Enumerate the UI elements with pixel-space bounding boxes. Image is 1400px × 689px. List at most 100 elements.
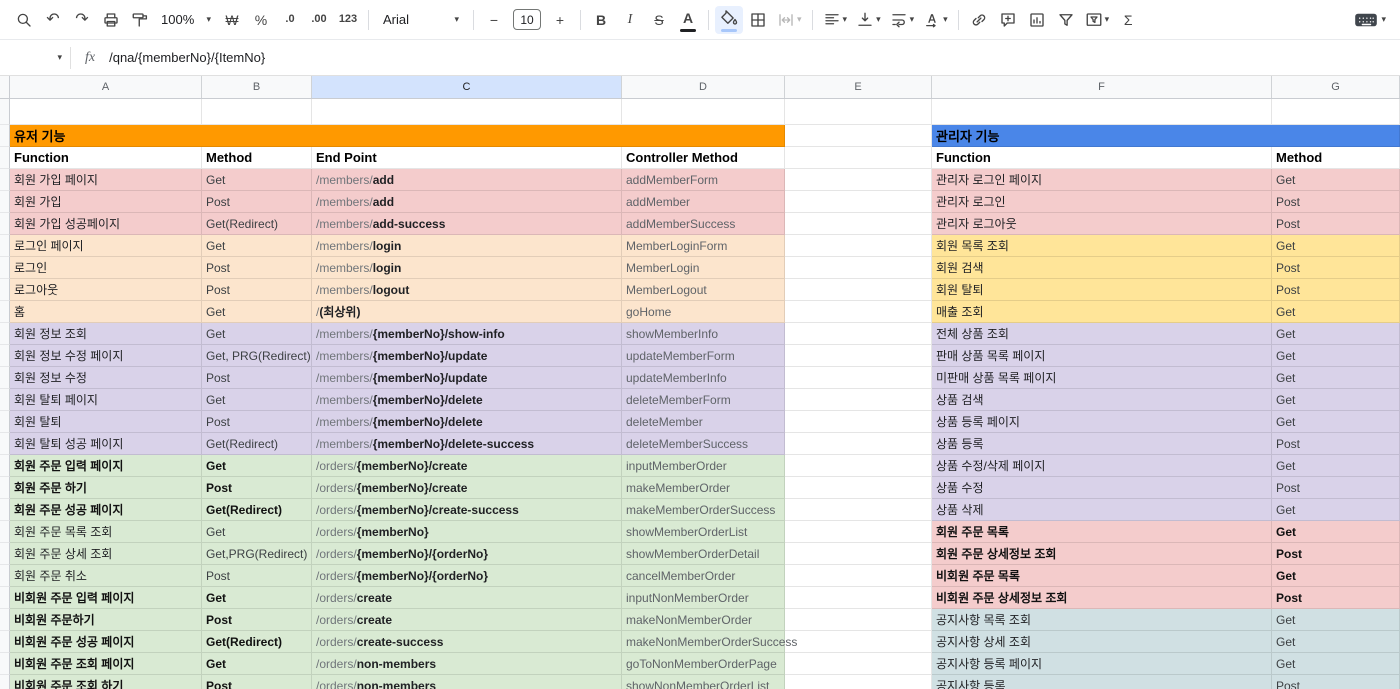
row-header[interactable]	[0, 455, 10, 477]
column-title[interactable]: Controller Method	[622, 147, 785, 169]
row-header[interactable]	[0, 257, 10, 279]
insert-chart-button[interactable]	[1023, 6, 1051, 34]
decrease-font-size-button[interactable]: −	[480, 6, 508, 34]
cell-endpoint[interactable]: /orders/create-success	[312, 631, 622, 653]
cell-function[interactable]: 비회원 주문 조회 하기	[10, 675, 202, 689]
row-header[interactable]	[0, 147, 10, 169]
column-header-G[interactable]: G	[1272, 76, 1400, 98]
row-header[interactable]	[0, 191, 10, 213]
cell-function[interactable]: 상품 삭제	[932, 499, 1272, 521]
cell-method[interactable]: Get, PRG(Redirect)	[202, 345, 312, 367]
cell-method[interactable]: Get	[1272, 653, 1400, 675]
cell-method[interactable]: Post	[1272, 477, 1400, 499]
column-header-E[interactable]: E	[785, 76, 932, 98]
cell-function[interactable]: 미판매 상품 목록 페이지	[932, 367, 1272, 389]
name-box[interactable]: ▾	[0, 40, 70, 75]
cell-function[interactable]: 로그아웃	[10, 279, 202, 301]
column-title[interactable]: Method	[202, 147, 312, 169]
cell-method[interactable]: Get	[202, 389, 312, 411]
cell-function[interactable]: 관리자 로그아웃	[932, 213, 1272, 235]
cell-function[interactable]: 비회원 주문하기	[10, 609, 202, 631]
cell-function[interactable]: 상품 수정/삭제 페이지	[932, 455, 1272, 477]
cell-empty[interactable]	[785, 543, 932, 565]
cell-empty[interactable]	[785, 499, 932, 521]
bold-button[interactable]: B	[587, 6, 615, 34]
cell-function[interactable]: 로그인 페이지	[10, 235, 202, 257]
column-header-C[interactable]: C	[312, 76, 622, 98]
cell-method[interactable]: Post	[202, 191, 312, 213]
cell-function[interactable]: 회원 목록 조회	[932, 235, 1272, 257]
column-header-B[interactable]: B	[202, 76, 312, 98]
row-header[interactable]	[0, 279, 10, 301]
cell-function[interactable]: 회원 탈퇴 성공 페이지	[10, 433, 202, 455]
cell-controller[interactable]: makeNonMemberOrder	[622, 609, 785, 631]
cell-empty[interactable]	[622, 99, 785, 125]
cell-endpoint[interactable]: /members/login	[312, 257, 622, 279]
cell-empty[interactable]	[785, 99, 932, 125]
cell-method[interactable]: Post	[202, 477, 312, 499]
cell-function[interactable]: 회원 주문 상세정보 조회	[932, 543, 1272, 565]
cell-function[interactable]: 회원 정보 조회	[10, 323, 202, 345]
cell-function[interactable]: 공지사항 상세 조회	[932, 631, 1272, 653]
cell-function[interactable]: 상품 검색	[932, 389, 1272, 411]
cell-function[interactable]: 상품 수정	[932, 477, 1272, 499]
cell-method[interactable]: Get	[202, 521, 312, 543]
italic-button[interactable]: I	[616, 6, 644, 34]
row-header[interactable]	[0, 653, 10, 675]
merge-cells-button[interactable]: ▾	[773, 6, 806, 34]
text-rotation-button[interactable]: ▾	[919, 6, 952, 34]
cell-controller[interactable]: cancelMemberOrder	[622, 565, 785, 587]
cell-empty[interactable]	[785, 411, 932, 433]
cell-method[interactable]: Get	[202, 235, 312, 257]
cell-method[interactable]: Get(Redirect)	[202, 499, 312, 521]
cell-function[interactable]: 회원 검색	[932, 257, 1272, 279]
cell-method[interactable]: Get	[202, 323, 312, 345]
cell-controller[interactable]: addMemberForm	[622, 169, 785, 191]
insert-comment-button[interactable]	[994, 6, 1022, 34]
cell-empty[interactable]	[785, 191, 932, 213]
cell-empty[interactable]	[932, 99, 1272, 125]
cell-empty[interactable]	[785, 433, 932, 455]
increase-font-size-button[interactable]: +	[546, 6, 574, 34]
font-size-button[interactable]: 10	[509, 6, 545, 34]
row-header[interactable]	[0, 323, 10, 345]
cell-empty[interactable]	[785, 345, 932, 367]
cell-function[interactable]: 관리자 로그인 페이지	[932, 169, 1272, 191]
cell-function[interactable]: 비회원 주문 조회 페이지	[10, 653, 202, 675]
cell-endpoint[interactable]: /orders/{memberNo}/create	[312, 455, 622, 477]
print-button[interactable]	[97, 6, 125, 34]
cell-function[interactable]: 회원 정보 수정	[10, 367, 202, 389]
cell-method[interactable]: Post	[1272, 213, 1400, 235]
cell-endpoint[interactable]: /members/add	[312, 191, 622, 213]
cell-empty[interactable]	[785, 521, 932, 543]
cell-endpoint[interactable]: / (최상위)	[312, 301, 622, 323]
cell-empty[interactable]	[785, 279, 932, 301]
cell-function[interactable]: 회원 가입 페이지	[10, 169, 202, 191]
more-formats-button[interactable]: 123	[334, 6, 362, 34]
decrease-decimal-places-button[interactable]: .0	[276, 6, 304, 34]
cell-empty[interactable]	[785, 609, 932, 631]
cell-empty[interactable]	[202, 99, 312, 125]
cell-endpoint[interactable]: /members/{memberNo}/update	[312, 345, 622, 367]
cell-endpoint[interactable]: /members/{memberNo}/delete	[312, 411, 622, 433]
cell-method[interactable]: Post	[1272, 587, 1400, 609]
column-header-D[interactable]: D	[622, 76, 785, 98]
row-header[interactable]	[0, 213, 10, 235]
cell-endpoint[interactable]: /members/add	[312, 169, 622, 191]
cell-controller[interactable]: updateMemberInfo	[622, 367, 785, 389]
row-header[interactable]	[0, 301, 10, 323]
cell-empty[interactable]	[785, 367, 932, 389]
cell-method[interactable]: Get	[202, 587, 312, 609]
cell-endpoint[interactable]: /orders/create	[312, 609, 622, 631]
column-title[interactable]: Function	[10, 147, 202, 169]
cell-empty[interactable]	[785, 675, 932, 689]
cell-controller[interactable]: showMemberInfo	[622, 323, 785, 345]
cell-function[interactable]: 회원 주문 목록	[932, 521, 1272, 543]
cell-empty[interactable]	[785, 147, 932, 169]
cell-empty[interactable]	[10, 99, 202, 125]
cell-empty[interactable]	[785, 301, 932, 323]
cell-method[interactable]: Get	[1272, 389, 1400, 411]
search-button[interactable]	[10, 6, 38, 34]
row-header[interactable]	[0, 411, 10, 433]
cell-empty[interactable]	[785, 125, 932, 147]
